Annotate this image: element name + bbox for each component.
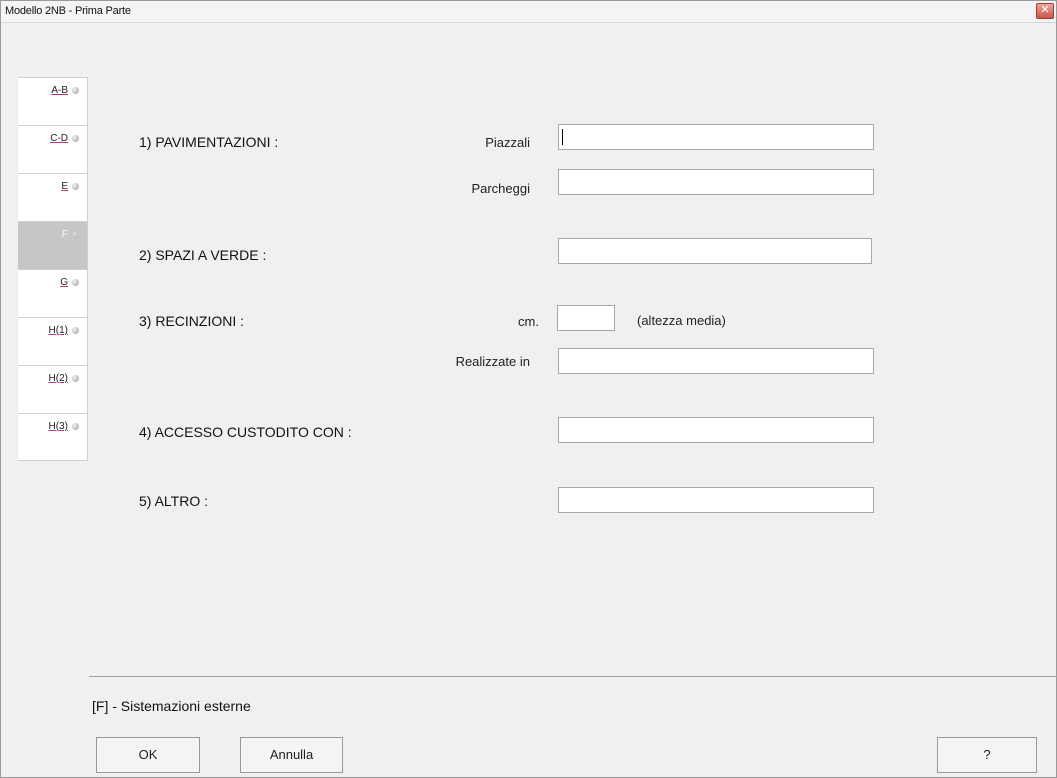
realizzate-in-label: Realizzate in bbox=[455, 354, 530, 369]
tab-status-dot-icon bbox=[72, 231, 79, 238]
text-caret bbox=[562, 129, 563, 145]
tab-c-d[interactable]: C-D bbox=[18, 125, 88, 173]
altro-field[interactable] bbox=[558, 487, 874, 513]
tab-status-dot-icon bbox=[72, 183, 79, 190]
tab-h3[interactable]: H(3) bbox=[18, 413, 88, 461]
accesso-custodito-field[interactable] bbox=[558, 417, 874, 443]
tab-status-dot-icon bbox=[72, 135, 79, 142]
tab-label: C-D bbox=[50, 133, 68, 144]
ok-button[interactable]: OK bbox=[96, 737, 200, 773]
tab-h1[interactable]: H(1) bbox=[18, 317, 88, 365]
annulla-button[interactable]: Annulla bbox=[240, 737, 343, 773]
altezza-cm-field[interactable] bbox=[557, 305, 615, 331]
tab-e[interactable]: E bbox=[18, 173, 88, 221]
tab-label: H(2) bbox=[48, 373, 68, 384]
recinzioni-heading: 3) RECINZIONI : bbox=[139, 313, 245, 329]
tab-a-b[interactable]: A-B bbox=[18, 77, 88, 125]
tab-label: H(1) bbox=[48, 325, 68, 336]
window-title: Modello 2NB - Prima Parte bbox=[5, 5, 131, 17]
close-button[interactable]: ✕ bbox=[1036, 3, 1054, 19]
tab-status-dot-icon bbox=[72, 87, 79, 94]
piazzali-label: Piazzali bbox=[485, 135, 530, 150]
tab-status-dot-icon bbox=[72, 423, 79, 430]
section-description: [F] - Sistemazioni esterne bbox=[92, 698, 251, 714]
help-button[interactable]: ? bbox=[937, 737, 1037, 773]
tab-label: E bbox=[61, 181, 68, 192]
footer-separator bbox=[89, 676, 1057, 677]
piazzali-field[interactable] bbox=[558, 124, 874, 150]
tab-status-dot-icon bbox=[72, 279, 79, 286]
tab-g[interactable]: G bbox=[18, 269, 88, 317]
altro-heading: 5) ALTRO : bbox=[139, 493, 208, 509]
accesso-custodito-heading: 4) ACCESSO CUSTODITO CON : bbox=[139, 424, 352, 440]
tab-h2[interactable]: H(2) bbox=[18, 365, 88, 413]
close-icon: ✕ bbox=[1040, 4, 1050, 16]
spazi-a-verde-heading: 2) SPAZI A VERDE : bbox=[139, 247, 267, 263]
tab-label: H(3) bbox=[48, 421, 68, 432]
dialog-window: Modello 2NB - Prima Parte ✕ A-B C-D E F … bbox=[0, 0, 1057, 778]
cm-label: cm. bbox=[518, 314, 539, 329]
tab-label: G bbox=[60, 277, 68, 288]
parcheggi-label: Parcheggi bbox=[471, 181, 530, 196]
realizzate-in-field[interactable] bbox=[558, 348, 874, 374]
pavimentazioni-heading: 1) PAVIMENTAZIONI : bbox=[139, 134, 279, 150]
tab-status-dot-icon bbox=[72, 375, 79, 382]
tab-f[interactable]: F bbox=[18, 221, 88, 269]
spazi-a-verde-field[interactable] bbox=[558, 238, 872, 264]
section-tabs: A-B C-D E F G H(1) H(2) H(3) bbox=[18, 77, 88, 461]
tab-label: A-B bbox=[51, 85, 68, 96]
tab-status-dot-icon bbox=[72, 327, 79, 334]
title-bar: Modello 2NB - Prima Parte ✕ bbox=[1, 1, 1056, 23]
altezza-media-label: (altezza media) bbox=[637, 313, 726, 328]
tab-label: F bbox=[61, 229, 68, 240]
parcheggi-field[interactable] bbox=[558, 169, 874, 195]
